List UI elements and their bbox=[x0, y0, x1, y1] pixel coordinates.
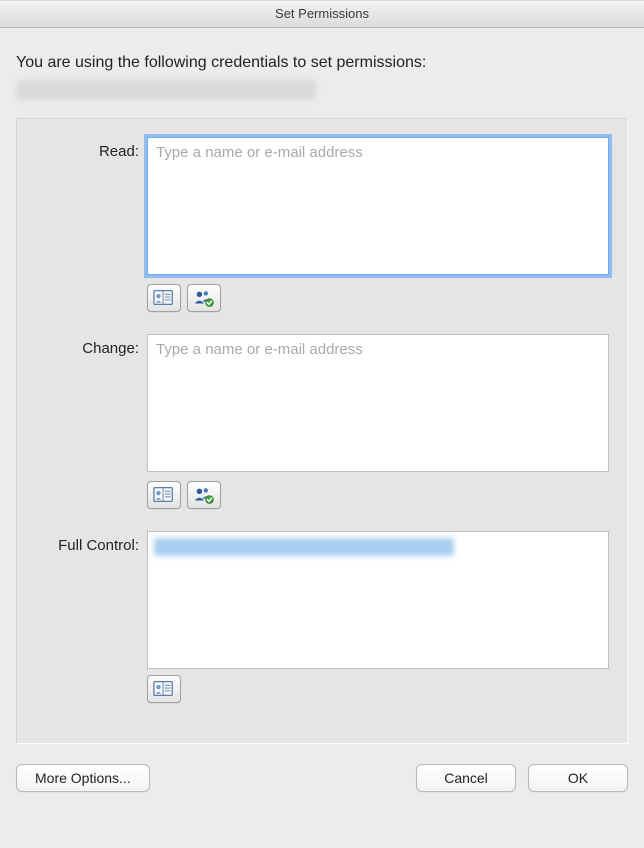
full-control-label: Full Control: bbox=[23, 531, 147, 554]
window-title: Set Permissions bbox=[275, 6, 369, 21]
ok-button[interactable]: OK bbox=[528, 764, 628, 792]
permissions-panel: Read: bbox=[16, 118, 628, 744]
full-control-entry-redacted[interactable] bbox=[154, 538, 454, 556]
address-book-icon bbox=[153, 288, 175, 308]
window-titlebar: Set Permissions bbox=[0, 0, 644, 28]
dialog-footer: More Options... Cancel OK bbox=[0, 744, 644, 808]
read-input[interactable] bbox=[147, 137, 609, 275]
full-control-list[interactable] bbox=[147, 531, 609, 669]
credentials-redacted bbox=[16, 80, 316, 100]
check-names-button-change[interactable] bbox=[187, 481, 221, 509]
read-label: Read: bbox=[23, 137, 147, 160]
address-book-icon bbox=[153, 485, 175, 505]
change-label: Change: bbox=[23, 334, 147, 357]
more-options-button[interactable]: More Options... bbox=[16, 764, 150, 792]
cancel-button[interactable]: Cancel bbox=[416, 764, 516, 792]
people-check-icon bbox=[193, 485, 215, 505]
address-book-icon bbox=[153, 679, 175, 699]
people-check-icon bbox=[193, 288, 215, 308]
check-names-button-read[interactable] bbox=[187, 284, 221, 312]
intro-text: You are using the following credentials … bbox=[16, 54, 628, 72]
address-book-button-change[interactable] bbox=[147, 481, 181, 509]
change-input[interactable] bbox=[147, 334, 609, 472]
address-book-button-read[interactable] bbox=[147, 284, 181, 312]
address-book-button-full-control[interactable] bbox=[147, 675, 181, 703]
